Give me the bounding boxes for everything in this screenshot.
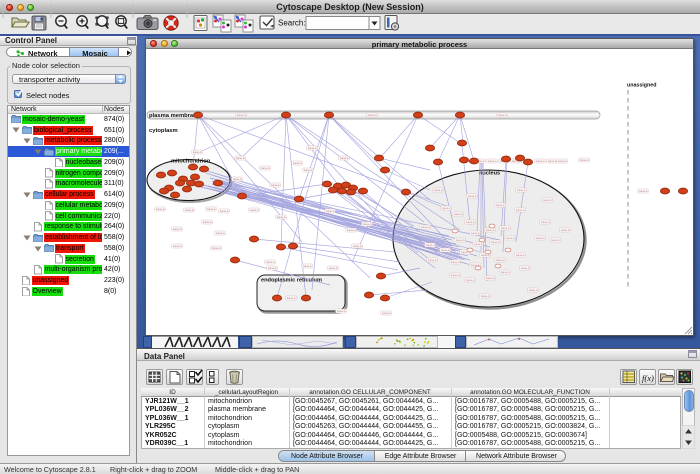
svg-text:f(x): f(x) [642,373,654,383]
